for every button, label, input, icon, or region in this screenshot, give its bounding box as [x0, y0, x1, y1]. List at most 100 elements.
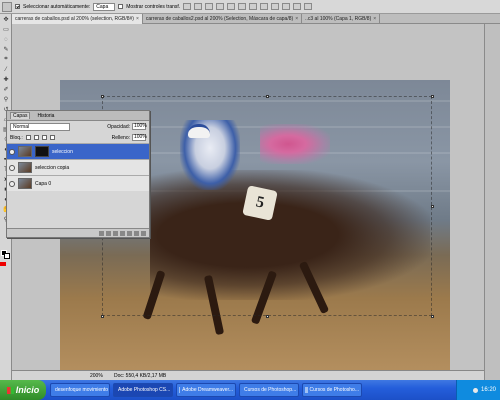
- align-middle-icon[interactable]: [194, 3, 203, 10]
- layer-name: seleccion copia: [35, 164, 70, 171]
- transform-handle[interactable]: [431, 95, 434, 98]
- clock: 16:20: [480, 387, 496, 393]
- options-bar: Seleccionar automáticamente: Capa Mostra…: [0, 0, 500, 14]
- clone-stamp-tool-icon[interactable]: ⚲: [1, 95, 11, 104]
- task-label: Cursos de Photoshop...: [244, 387, 297, 393]
- add-mask-icon[interactable]: [113, 230, 118, 236]
- taskbar-item[interactable]: Adobe Dreamweaver...: [176, 383, 236, 397]
- healing-brush-tool-icon[interactable]: ✚: [1, 75, 11, 84]
- transform-handle[interactable]: [101, 315, 104, 318]
- close-icon[interactable]: ×: [295, 14, 298, 24]
- transform-handle[interactable]: [431, 315, 434, 318]
- align-bottom-icon[interactable]: [205, 3, 214, 10]
- tab-document-2[interactable]: carreras de caballos2.psd al 200% (Selec…: [143, 14, 303, 24]
- tray-icon[interactable]: [472, 387, 478, 393]
- move-tool-icon[interactable]: [2, 1, 12, 12]
- visibility-eye-icon[interactable]: [9, 180, 15, 187]
- eyedropper-tool-icon[interactable]: ⁄: [1, 65, 11, 74]
- lock-pixels-icon[interactable]: [33, 135, 39, 140]
- crop-tool-icon[interactable]: ⌗: [1, 55, 11, 64]
- distribute-bottom-icon[interactable]: [271, 3, 280, 10]
- layers-panel: Capas Historia Normal Opacidad: 100% Blo…: [6, 110, 150, 238]
- link-layers-icon[interactable]: [99, 230, 104, 236]
- transform-handle[interactable]: [431, 205, 434, 208]
- show-transform-controls-checkbox[interactable]: [118, 4, 124, 9]
- transform-handle[interactable]: [266, 315, 269, 318]
- move-tool-icon[interactable]: ✥: [1, 15, 11, 24]
- task-label: Cursos de Photosho...: [309, 387, 359, 393]
- fill-input[interactable]: 100%: [132, 134, 147, 141]
- visibility-eye-icon[interactable]: [9, 164, 15, 171]
- transform-handle[interactable]: [101, 95, 104, 98]
- background-color-swatch[interactable]: [4, 253, 10, 259]
- new-group-icon[interactable]: [127, 230, 132, 236]
- layer-mask-thumbnail[interactable]: [35, 146, 49, 157]
- brush-tool-icon[interactable]: ✐: [1, 85, 11, 94]
- layer-row[interactable]: seleccion: [7, 143, 149, 159]
- blend-row: Normal Opacidad: 100%: [7, 121, 149, 132]
- distribute-middle-icon[interactable]: [260, 3, 269, 10]
- align-left-icon[interactable]: [216, 3, 225, 10]
- transform-bounding-box[interactable]: [102, 96, 432, 316]
- marquee-tool-icon[interactable]: ▭: [1, 25, 11, 34]
- layers-panel-footer: [7, 228, 149, 237]
- lasso-tool-icon[interactable]: ◌: [1, 35, 11, 44]
- system-tray: 16:20: [456, 380, 500, 400]
- taskbar-item[interactable]: Cursos de Photoshop...: [239, 383, 299, 397]
- task-label: Adobe Photoshop CS...: [118, 387, 171, 393]
- new-layer-icon[interactable]: [134, 230, 139, 236]
- start-label: Inicio: [15, 385, 40, 395]
- taskbar-item[interactable]: Adobe Photoshop CS...: [113, 383, 173, 397]
- fill-control: Relleno: 100%: [111, 134, 147, 141]
- tab-history[interactable]: Historia: [35, 113, 56, 119]
- blend-mode-dropdown[interactable]: Normal: [10, 122, 70, 131]
- lock-row: Bloq.: Relleno: 100%: [7, 132, 149, 143]
- layer-name: seleccion: [52, 148, 73, 155]
- close-icon[interactable]: ×: [136, 14, 139, 24]
- opacity-control: Opacidad: 100%: [107, 123, 147, 130]
- delete-layer-icon[interactable]: [141, 230, 146, 236]
- quick-select-tool-icon[interactable]: ✎: [1, 45, 11, 54]
- layer-thumbnail: [18, 178, 32, 189]
- lock-label: Bloq.:: [10, 134, 23, 141]
- taskbar-tasks: desenfoque movimiento Adobe Photoshop CS…: [50, 383, 456, 397]
- distribute-right-icon[interactable]: [304, 3, 313, 10]
- opacity-input[interactable]: 100%: [132, 123, 147, 130]
- fill-label: Relleno:: [111, 134, 130, 141]
- taskbar-item[interactable]: Cursos de Photosho...: [302, 383, 362, 397]
- tab-document-3[interactable]: ..c3 al 100% (Capa 1, RGB/8) ×: [302, 14, 381, 24]
- align-right-icon[interactable]: [238, 3, 247, 10]
- start-button[interactable]: Inicio: [0, 380, 46, 400]
- windows-flag-icon: [6, 386, 14, 394]
- dreamweaver-icon: [179, 387, 181, 393]
- distribute-center-icon[interactable]: [293, 3, 302, 10]
- distribute-left-icon[interactable]: [282, 3, 291, 10]
- tab-label: carreras de caballos.psd al 200% (select…: [15, 16, 134, 22]
- align-center-icon[interactable]: [227, 3, 236, 10]
- lock-transparency-icon[interactable]: [25, 135, 31, 140]
- adjustment-layer-icon[interactable]: [120, 230, 125, 236]
- transform-handle[interactable]: [266, 95, 269, 98]
- auto-select-dropdown[interactable]: Capa: [93, 2, 116, 11]
- layer-row[interactable]: seleccion copia: [7, 159, 149, 175]
- tab-label: carreras de caballos2.psd al 200% (Selec…: [145, 16, 294, 22]
- document-tabs: carreras de caballos.psd al 200% (select…: [12, 14, 500, 24]
- tab-layers[interactable]: Capas: [10, 112, 31, 119]
- layer-row[interactable]: Capa 0: [7, 175, 149, 191]
- tab-label: ..c3 al 100% (Capa 1, RGB/8): [305, 16, 372, 22]
- taskbar-item[interactable]: desenfoque movimiento: [50, 383, 110, 397]
- lock-position-icon[interactable]: [41, 135, 47, 140]
- tab-document-1[interactable]: carreras de caballos.psd al 200% (select…: [12, 14, 143, 24]
- distribute-top-icon[interactable]: [249, 3, 258, 10]
- document-info: Doc: 550,4 KB/2,17 MB: [114, 372, 167, 379]
- visibility-eye-icon[interactable]: [9, 148, 15, 155]
- browser-icon: [305, 387, 308, 393]
- auto-select-checkbox[interactable]: [15, 4, 20, 9]
- lock-all-icon[interactable]: [49, 135, 55, 140]
- zoom-level[interactable]: 200%: [90, 373, 110, 379]
- right-panel-dock: [484, 24, 500, 380]
- layer-style-icon[interactable]: [106, 230, 111, 236]
- align-top-icon[interactable]: [183, 3, 192, 10]
- close-icon[interactable]: ×: [373, 14, 376, 24]
- quick-mask-icon[interactable]: [0, 262, 6, 266]
